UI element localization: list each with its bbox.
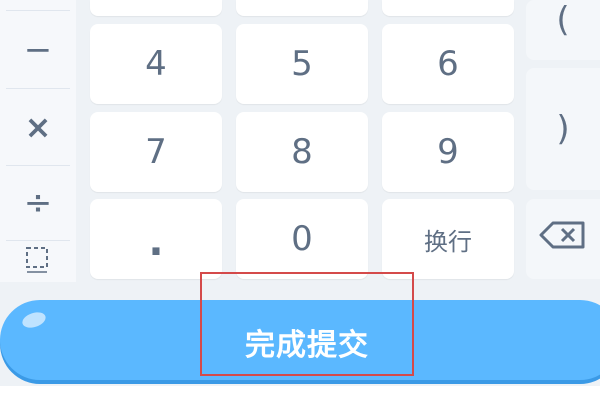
keyboard-panel: − × ÷ 4 5 6 7 8 9 . 0 换行 ( ) 完成提交 [0,0,600,400]
digit-5-key[interactable]: 5 [236,24,368,104]
multiply-key[interactable]: × [0,90,76,164]
bottom-strip [0,386,600,400]
divider [6,88,70,89]
divider [6,165,70,166]
open-paren-key[interactable]: ( [526,0,600,60]
digit-4-key[interactable]: 4 [90,24,222,104]
divide-key[interactable]: ÷ [0,167,76,239]
key-top-cut-3[interactable] [382,0,514,16]
close-paren-key[interactable]: ) [526,68,600,190]
digit-8-key[interactable]: 8 [236,112,368,192]
key-top-cut-1[interactable] [90,0,222,16]
select-key[interactable] [0,244,76,280]
divider [6,10,70,11]
decimal-point-key[interactable]: . [90,199,222,279]
backspace-key[interactable] [526,199,600,279]
newline-key[interactable]: 换行 [382,199,514,279]
key-top-cut-2[interactable] [236,0,368,16]
divider [6,240,70,241]
minus-key[interactable]: − [0,14,76,86]
digit-7-key[interactable]: 7 [90,112,222,192]
dashed-square-icon [25,246,51,278]
digit-0-key[interactable]: 0 [236,199,368,279]
digit-9-key[interactable]: 9 [382,112,514,192]
digit-6-key[interactable]: 6 [382,24,514,104]
operator-column: − × ÷ [0,0,76,282]
backspace-icon [539,219,587,259]
submit-button-label: 完成提交 [245,328,369,363]
